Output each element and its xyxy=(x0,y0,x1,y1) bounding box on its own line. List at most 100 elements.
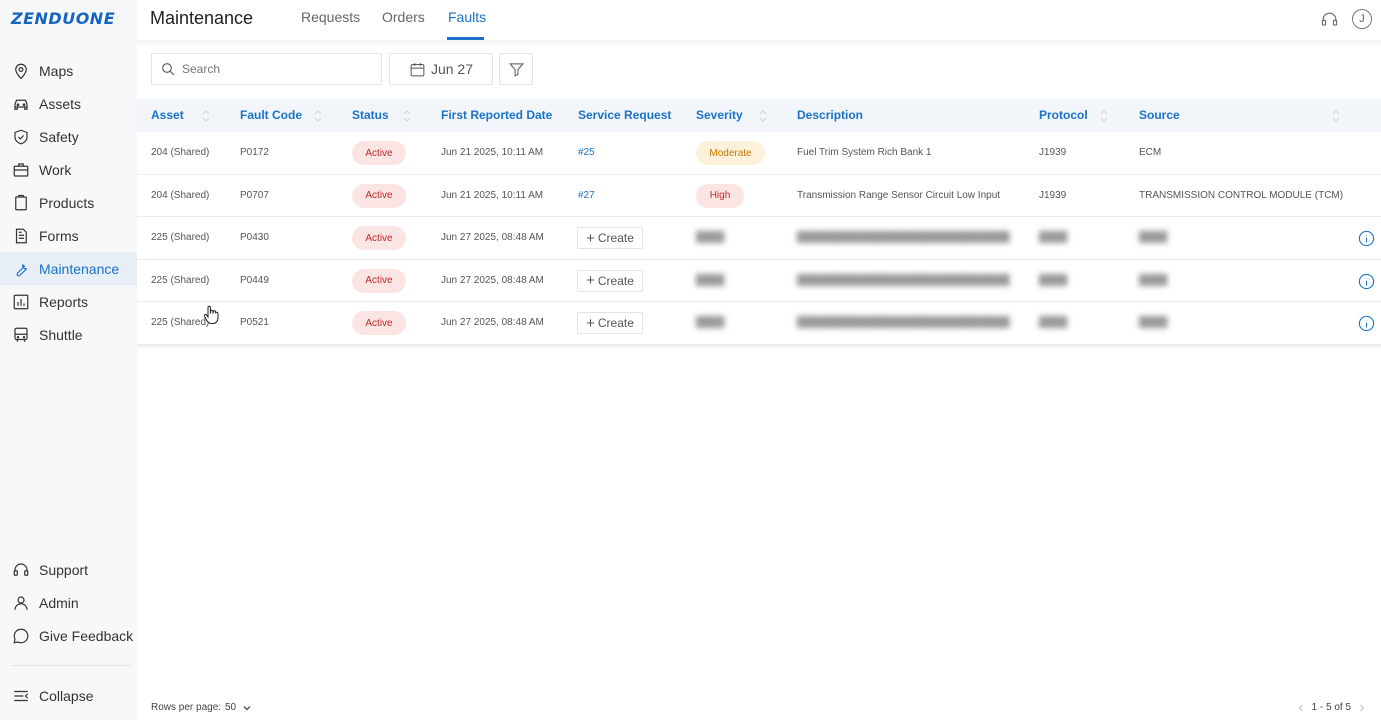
pagination: 1 - 5 of 5 xyxy=(1290,702,1373,713)
sidebar-item-give-feedback[interactable]: Give Feedback xyxy=(0,619,137,652)
search-input[interactable] xyxy=(182,62,372,76)
table-footer: Rows per page: 50 1 - 5 of 5 xyxy=(137,698,1381,720)
table-row[interactable]: 225 (Shared) P0521 Active Jun 27 2025, 0… xyxy=(137,302,1381,345)
table-row[interactable]: 204 (Shared) P0707 Active Jun 21 2025, 1… xyxy=(137,174,1381,217)
column-header-asset[interactable]: Asset xyxy=(151,108,184,122)
column-header-description[interactable]: Description xyxy=(797,108,863,122)
search-box[interactable] xyxy=(151,53,382,85)
sidebar-item-admin[interactable]: Admin xyxy=(0,586,137,619)
sidebar-item-label: Assets xyxy=(39,95,82,112)
document-icon xyxy=(11,226,31,246)
cell-source-redacted: ████ xyxy=(1139,232,1168,243)
cell-source-redacted: ████ xyxy=(1139,274,1168,286)
sidebar-item-support[interactable]: Support xyxy=(0,553,137,586)
table-row[interactable]: 204 (Shared) P0172 Active Jun 21 2025, 1… xyxy=(137,132,1381,175)
filter-button[interactable] xyxy=(499,53,533,85)
sidebar-item-assets[interactable]: Assets xyxy=(0,87,137,120)
sidebar-item-label: Maintenance xyxy=(39,260,120,277)
sidebar-item-label: Safety xyxy=(39,128,79,145)
sidebar-item-label: Reports xyxy=(39,293,89,310)
cell-asset: 225 (Shared) xyxy=(151,317,210,328)
sidebar-item-maintenance[interactable]: Maintenance xyxy=(0,252,137,285)
column-header-fault-code[interactable]: Fault Code xyxy=(240,108,302,122)
tab-faults[interactable]: Faults xyxy=(448,9,486,25)
cell-date: Jun 21 2025, 10:11 AM xyxy=(441,189,544,201)
plus-icon: + xyxy=(586,229,595,247)
sort-icon[interactable] xyxy=(1332,109,1340,123)
user-icon xyxy=(11,593,31,613)
car-icon xyxy=(11,94,31,114)
top-header: Maintenance Requests Orders Faults J xyxy=(137,0,1381,40)
sidebar-item-forms[interactable]: Forms xyxy=(0,219,137,252)
logo-text: ZENDUONE xyxy=(11,8,116,28)
chat-icon xyxy=(11,626,31,646)
column-header-first-reported-date[interactable]: First Reported Date xyxy=(441,108,552,122)
wrench-icon xyxy=(11,259,31,279)
status-badge: Active xyxy=(352,311,406,335)
tab-requests[interactable]: Requests xyxy=(301,9,360,25)
service-request-link[interactable]: #27 xyxy=(578,190,595,201)
sidebar-item-products[interactable]: Products xyxy=(0,186,137,219)
sidebar-item-label: Work xyxy=(39,161,72,178)
cell-severity-redacted: ████ xyxy=(696,317,725,328)
column-header-source[interactable]: Source xyxy=(1139,108,1180,122)
sidebar-item-label: Forms xyxy=(39,227,79,244)
cell-fault-code: P0707 xyxy=(240,189,269,201)
sidebar-item-shuttle[interactable]: Shuttle xyxy=(0,318,137,351)
collapse-button[interactable]: Collapse xyxy=(0,679,137,712)
cell-description: Fuel Trim System Rich Bank 1 xyxy=(797,147,932,158)
info-icon[interactable] xyxy=(1357,272,1376,291)
tab-orders[interactable]: Orders xyxy=(382,9,425,25)
cell-fault-code: P0430 xyxy=(240,232,269,243)
hand-cursor-icon xyxy=(203,305,219,324)
cell-description-redacted: ██████████████████████████████ xyxy=(797,317,1010,328)
column-header-status[interactable]: Status xyxy=(352,108,389,122)
severity-badge: Moderate xyxy=(696,141,765,165)
cell-severity-redacted: ████ xyxy=(696,232,725,243)
sidebar-item-work[interactable]: Work xyxy=(0,153,137,186)
sidebar-item-label: Admin xyxy=(39,594,79,611)
main-content: Jun 27 Asset Fault Code Status First Rep… xyxy=(137,40,1381,720)
create-service-request-button[interactable]: + Create xyxy=(577,269,643,292)
sort-icon[interactable] xyxy=(403,109,411,123)
sort-icon[interactable] xyxy=(202,109,210,123)
plus-icon: + xyxy=(586,314,595,332)
sidebar-item-label: Give Feedback xyxy=(39,627,134,644)
create-service-request-button[interactable]: + Create xyxy=(577,227,643,249)
info-icon[interactable] xyxy=(1357,229,1376,248)
brand-logo[interactable]: ZENDUONE xyxy=(11,8,116,28)
chevron-down-icon xyxy=(243,705,251,710)
table-row[interactable]: 225 (Shared) P0430 Active Jun 27 2025, 0… xyxy=(137,217,1381,260)
rows-per-page-select[interactable]: 50 xyxy=(225,702,252,713)
create-service-request-button[interactable]: + Create xyxy=(577,312,643,334)
sidebar-item-reports[interactable]: Reports xyxy=(0,285,137,318)
page-range-label: 1 - 5 of 5 xyxy=(1311,702,1351,713)
sidebar-item-label: Shuttle xyxy=(39,326,83,343)
sidebar-item-safety[interactable]: Safety xyxy=(0,120,137,153)
column-header-severity[interactable]: Severity xyxy=(696,108,743,122)
sidebar-item-label: Maps xyxy=(39,62,74,79)
cell-protocol-redacted: ████ xyxy=(1039,232,1068,243)
date-picker-button[interactable]: Jun 27 xyxy=(389,53,493,85)
sort-icon[interactable] xyxy=(759,109,767,123)
next-page-button[interactable] xyxy=(1357,703,1367,713)
support-headset-icon[interactable] xyxy=(1319,9,1339,29)
previous-page-button[interactable] xyxy=(1296,703,1306,713)
column-header-service-request[interactable]: Service Request xyxy=(578,108,671,122)
sidebar: ZENDUONE Maps Assets Safety Work Product… xyxy=(0,0,137,720)
cell-asset: 225 (Shared) xyxy=(151,232,210,243)
sort-icon[interactable] xyxy=(1100,109,1108,123)
cell-description: Transmission Range Sensor Circuit Low In… xyxy=(797,189,1001,201)
cell-protocol-redacted: ████ xyxy=(1039,274,1068,286)
service-request-link[interactable]: #25 xyxy=(578,147,595,158)
user-avatar[interactable]: J xyxy=(1352,9,1372,29)
sidebar-item-maps[interactable]: Maps xyxy=(0,54,137,87)
info-icon[interactable] xyxy=(1357,314,1376,333)
calendar-icon xyxy=(410,62,425,76)
date-label: Jun 27 xyxy=(430,61,474,77)
sort-icon[interactable] xyxy=(314,109,322,123)
table-row[interactable]: 225 (Shared) P0449 Active Jun 27 2025, 0… xyxy=(137,259,1381,302)
column-header-protocol[interactable]: Protocol xyxy=(1039,108,1088,122)
status-badge: Active xyxy=(352,183,406,208)
collapse-label: Collapse xyxy=(39,687,94,704)
